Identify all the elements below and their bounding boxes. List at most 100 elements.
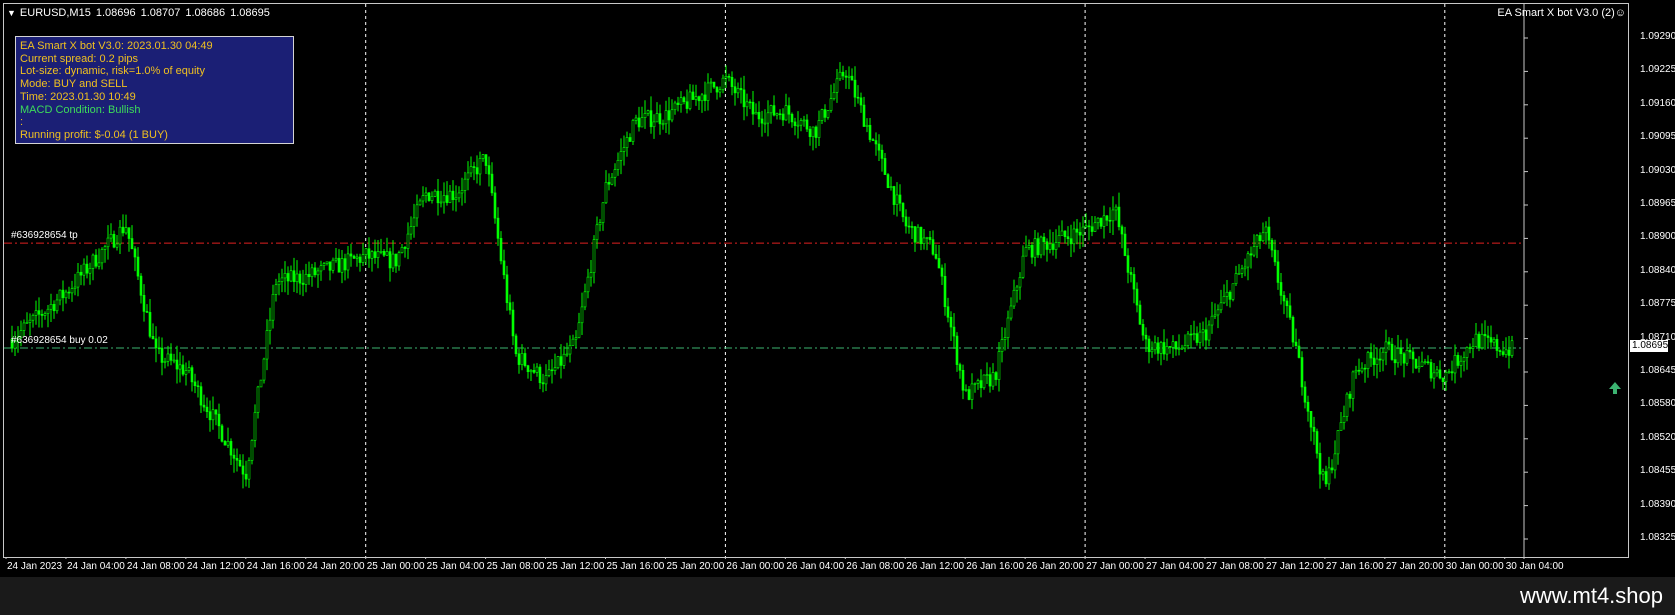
candle-body [940,267,944,277]
candle-body [673,102,677,111]
footer-watermark: www.mt4.shop [1519,583,1663,608]
candle-body [460,190,464,194]
time-tick-label: 25 Jan 08:00 [486,561,545,572]
candle-body [790,113,794,123]
candle-body [1033,238,1037,258]
candle-body [868,124,872,140]
candle-body [877,143,881,151]
candle-body [124,227,128,234]
candle-body [304,273,308,285]
info-line: Time: 2023.01.30 10:49 [20,90,136,103]
candle-body [259,379,263,388]
candle-body [166,353,170,362]
candle-body [433,190,437,197]
candle-body [907,225,911,228]
candle-body [697,96,701,102]
candle-body [1171,341,1175,348]
candle-body [1477,333,1481,348]
candle-body [1393,359,1397,364]
candle-body [658,113,662,125]
candle-body [313,267,317,276]
candle-body [1027,245,1031,248]
candle-body [1273,249,1277,263]
candle-body [31,315,35,321]
candle-body [187,367,191,371]
info-line: : [20,116,24,129]
candle-body [205,406,209,413]
candle-body [139,275,143,296]
candle-body [1381,351,1385,361]
candle-body [88,268,92,274]
candle-body [1009,305,1013,319]
candle-body [1336,430,1340,455]
candle-body [1051,243,1055,250]
candle-body [1297,345,1301,358]
candle-body [1303,386,1307,403]
candle-body [619,151,623,161]
candle-body [826,110,830,118]
candle-body [1003,337,1007,340]
candle-body [1492,339,1496,343]
candle-body [412,217,416,227]
candle-body [349,253,353,257]
price-tick-label: 1.08710 [1640,331,1675,343]
candle-body [490,173,494,194]
candle-body [562,353,566,366]
candle-body [1483,333,1487,337]
candle-body [727,76,731,78]
candle-body [934,253,938,259]
candle-body [1198,331,1202,343]
candle-body [343,258,347,271]
candle-body [1084,225,1088,228]
candle-body [1504,349,1508,355]
candle-body [1147,338,1151,353]
candle-body [70,288,74,294]
candle-body [886,174,890,188]
candle-body [628,137,632,142]
candle-body [784,105,788,121]
candle-body [541,382,545,385]
time-tick-label: 27 Jan 12:00 [1265,561,1324,572]
candle-body [1486,335,1490,338]
candle-body [535,366,539,373]
candle-body [985,374,989,376]
candle-body [1306,401,1310,412]
price-tick-label: 1.08455 [1640,465,1675,477]
candle-body [1501,351,1505,355]
candle-body [709,81,713,84]
candle-body [1159,342,1163,354]
candle-body [430,196,434,201]
candle-body [712,81,716,88]
candle-body [1207,324,1211,341]
candle-body [1180,347,1184,350]
collapse-triangle-icon[interactable]: ▼ [7,8,16,18]
candle-body [796,124,800,127]
take-profit-line-label: #636928654 tp [11,230,78,242]
candle-body [370,251,374,259]
candle-body [1246,253,1250,268]
candle-body [1384,341,1388,353]
candle-body [1150,349,1154,353]
candle-body [214,409,218,415]
candle-body [781,113,785,121]
candle-body [589,272,593,278]
candle-body [592,239,596,273]
candle-body [1450,371,1454,374]
expert-advisor-label[interactable]: EA Smart X bot V3.0 (2)☺ [1497,7,1626,19]
candle-body [529,370,533,373]
candle-body [640,117,644,128]
price-tick-label: 1.09160 [1640,97,1675,109]
candle-body [910,226,914,228]
candle-body [799,120,803,126]
candle-body [1510,340,1514,356]
info-line: Lot-size: dynamic, risk=1.0% of equity [20,65,205,78]
candle-body [610,176,614,185]
candle-body [742,89,746,108]
candle-body [28,319,32,323]
candle-body [982,374,986,389]
candle-body [1309,410,1313,428]
candle-body [418,200,422,206]
candle-body [79,271,83,276]
candle-body [1189,333,1193,336]
candle-body [1117,206,1121,228]
